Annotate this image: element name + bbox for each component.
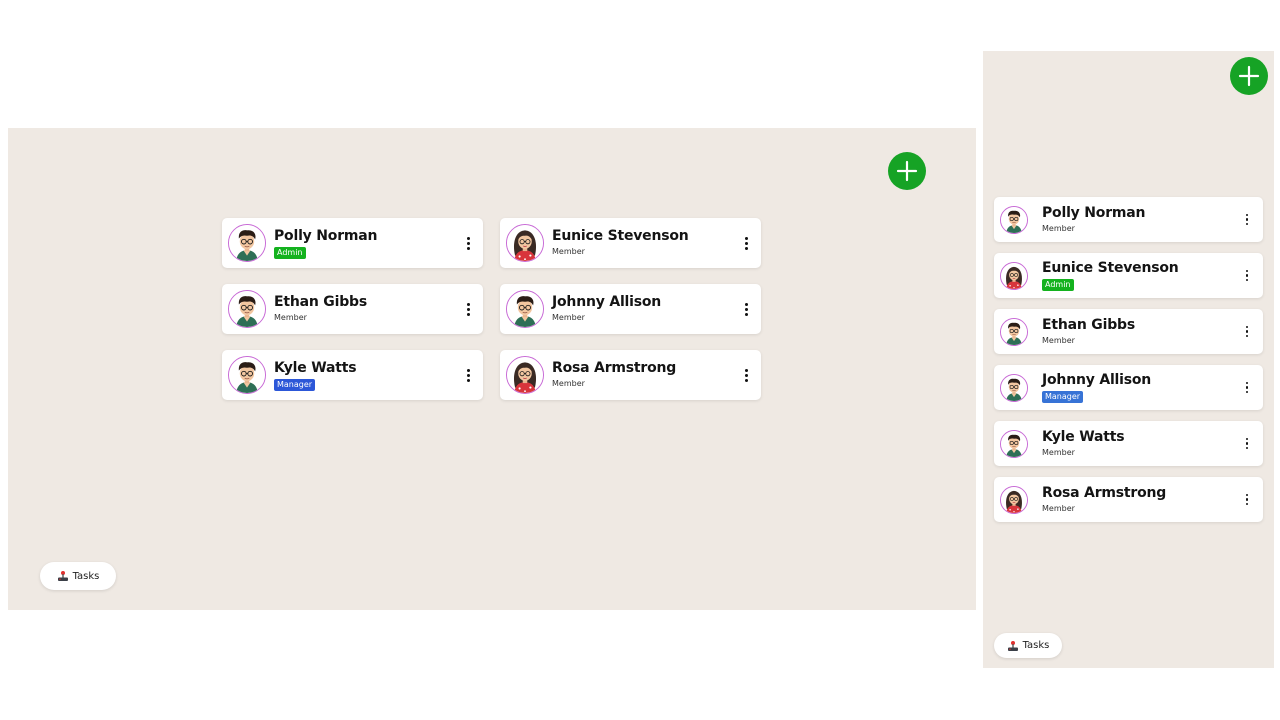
more-options-icon[interactable] bbox=[1240, 265, 1254, 287]
member-card[interactable]: Polly Norman Admin bbox=[222, 218, 483, 268]
member-name: Polly Norman bbox=[274, 227, 378, 244]
role-badge: Manager bbox=[274, 378, 316, 391]
member-name: Kyle Watts bbox=[274, 359, 357, 376]
mobile-team-panel: Polly Norman Member Eunice Stevenson Adm… bbox=[983, 51, 1274, 668]
female-avatar bbox=[506, 356, 544, 394]
member-card[interactable]: Rosa Armstrong Member bbox=[994, 477, 1263, 522]
role-badge: Admin bbox=[274, 246, 306, 259]
member-card[interactable]: Eunice Stevenson Admin bbox=[994, 253, 1263, 298]
more-options-icon[interactable] bbox=[461, 364, 475, 386]
member-role: Member bbox=[552, 313, 585, 322]
member-name: Eunice Stevenson bbox=[1042, 260, 1179, 276]
male-avatar bbox=[1000, 317, 1028, 346]
member-role: Member bbox=[552, 379, 585, 388]
more-options-icon[interactable] bbox=[461, 232, 475, 254]
role-badge: Manager bbox=[1042, 391, 1084, 403]
male-avatar bbox=[228, 290, 266, 328]
add-member-button[interactable] bbox=[888, 152, 926, 190]
member-card[interactable]: Kyle Watts Member bbox=[994, 421, 1263, 466]
member-card[interactable]: Rosa Armstrong Member bbox=[500, 350, 761, 400]
member-list: Polly Norman Member Eunice Stevenson Adm… bbox=[994, 197, 1263, 522]
more-options-icon[interactable] bbox=[461, 298, 475, 320]
member-name: Johnny Allison bbox=[1042, 372, 1152, 388]
member-name: Rosa Armstrong bbox=[552, 360, 677, 376]
more-options-icon[interactable] bbox=[1240, 209, 1254, 231]
member-card[interactable]: Ethan Gibbs Member bbox=[994, 309, 1263, 354]
member-name: Kyle Watts bbox=[1042, 428, 1125, 445]
female-avatar bbox=[1000, 485, 1028, 514]
member-card[interactable]: Eunice Stevenson Member bbox=[500, 218, 761, 268]
desktop-team-panel: Polly Norman Admin Eunice Stevenson Memb… bbox=[8, 128, 976, 610]
tasks-label: Tasks bbox=[1022, 640, 1050, 651]
male-avatar bbox=[228, 224, 266, 262]
joystick-icon bbox=[57, 570, 69, 582]
male-avatar bbox=[1000, 205, 1028, 234]
more-options-icon[interactable] bbox=[739, 232, 753, 254]
tasks-button[interactable]: Tasks bbox=[40, 562, 116, 590]
joystick-icon bbox=[1007, 640, 1019, 652]
more-options-icon[interactable] bbox=[1240, 377, 1254, 399]
female-avatar bbox=[1000, 261, 1028, 290]
male-avatar bbox=[506, 290, 544, 328]
member-card[interactable]: Kyle Watts Manager bbox=[222, 350, 483, 400]
member-name: Ethan Gibbs bbox=[274, 294, 367, 310]
member-name: Ethan Gibbs bbox=[1042, 316, 1135, 333]
member-grid: Polly Norman Admin Eunice Stevenson Memb… bbox=[222, 218, 761, 400]
tasks-button[interactable]: Tasks bbox=[994, 633, 1062, 658]
more-options-icon[interactable] bbox=[1240, 489, 1254, 511]
male-avatar bbox=[1000, 429, 1028, 458]
more-options-icon[interactable] bbox=[739, 364, 753, 386]
role-badge: Admin bbox=[1042, 279, 1074, 291]
plus-icon bbox=[1237, 64, 1261, 88]
member-name: Johnny Allison bbox=[552, 294, 662, 310]
female-avatar bbox=[506, 224, 544, 262]
add-member-button[interactable] bbox=[1230, 57, 1268, 95]
member-card[interactable]: Polly Norman Member bbox=[994, 197, 1263, 242]
more-options-icon[interactable] bbox=[1240, 321, 1254, 343]
member-name: Eunice Stevenson bbox=[552, 228, 689, 244]
male-avatar bbox=[1000, 373, 1028, 402]
member-role: Member bbox=[1042, 447, 1075, 457]
male-avatar bbox=[228, 356, 266, 394]
member-role: Member bbox=[1042, 335, 1075, 345]
more-options-icon[interactable] bbox=[739, 298, 753, 320]
more-options-icon[interactable] bbox=[1240, 433, 1254, 455]
plus-icon bbox=[895, 159, 919, 183]
tasks-label: Tasks bbox=[72, 570, 100, 582]
member-role: Member bbox=[552, 247, 585, 256]
member-name: Polly Norman bbox=[1042, 204, 1146, 221]
member-card[interactable]: Ethan Gibbs Member bbox=[222, 284, 483, 334]
member-role: Member bbox=[1042, 503, 1075, 513]
member-name: Rosa Armstrong bbox=[1042, 484, 1167, 501]
member-card[interactable]: Johnny Allison Member bbox=[500, 284, 761, 334]
member-card[interactable]: Johnny Allison Manager bbox=[994, 365, 1263, 410]
member-role: Member bbox=[1042, 223, 1075, 233]
member-role: Member bbox=[274, 313, 307, 322]
